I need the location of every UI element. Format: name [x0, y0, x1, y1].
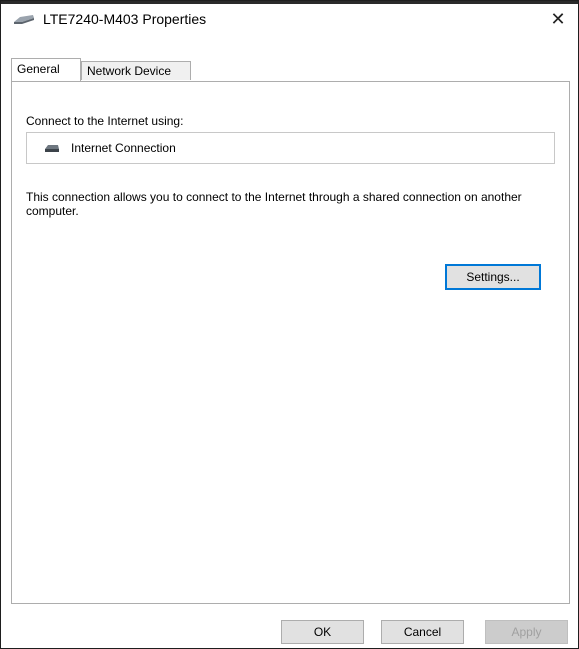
apply-button[interactable]: Apply [485, 620, 568, 644]
network-adapter-icon [45, 145, 59, 152]
connection-name: Internet Connection [71, 141, 176, 155]
ok-button[interactable]: OK [281, 620, 364, 644]
connection-field: Internet Connection [26, 132, 555, 164]
close-button[interactable]: ✕ [538, 4, 578, 34]
properties-dialog: LTE7240-M403 Properties ✕ General Networ… [0, 0, 579, 649]
window-title: LTE7240-M403 Properties [43, 11, 207, 27]
network-adapter-icon [14, 15, 34, 24]
settings-button[interactable]: Settings... [445, 264, 541, 290]
tab-general[interactable]: General [11, 58, 81, 81]
cancel-button[interactable]: Cancel [381, 620, 464, 644]
tab-network-device[interactable]: Network Device [81, 61, 191, 80]
connect-using-label: Connect to the Internet using: [26, 114, 184, 128]
close-icon: ✕ [550, 8, 566, 29]
connection-description: This connection allows you to connect to… [26, 190, 522, 218]
title-bar[interactable]: LTE7240-M403 Properties ✕ [1, 4, 578, 34]
general-tab-panel: Connect to the Internet using: Internet … [11, 81, 570, 604]
